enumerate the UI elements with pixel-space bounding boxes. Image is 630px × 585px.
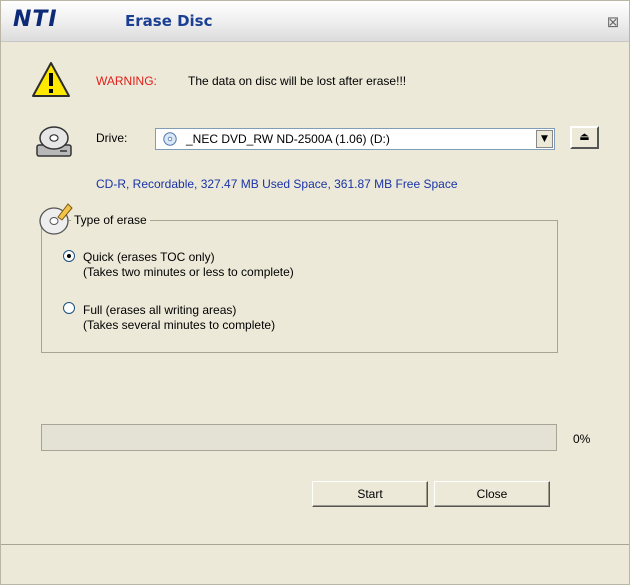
- chevron-down-icon[interactable]: ▼: [536, 130, 553, 148]
- progress-percent: 0%: [573, 432, 591, 446]
- erase-disc-icon: [39, 203, 73, 235]
- drive-select[interactable]: _NEC DVD_RW ND-2500A (1.06) (D:) ▼: [155, 128, 555, 150]
- erase-progress-bar: [41, 424, 557, 451]
- full-erase-desc: (Takes several minutes to complete): [83, 318, 276, 332]
- nti-logo: NTI: [13, 7, 58, 32]
- warning-label: WARNING:: [96, 74, 157, 88]
- close-button[interactable]: Close: [434, 481, 550, 507]
- window-title: Erase Disc: [125, 12, 213, 30]
- quick-erase-desc: (Takes two minutes or less to complete): [83, 265, 294, 279]
- cd-icon: [163, 132, 177, 146]
- start-button[interactable]: Start: [312, 481, 428, 507]
- full-erase-label: Full (erases all writing areas): [83, 303, 237, 317]
- erase-type-group: [41, 220, 558, 353]
- title-bar: NTI Erase Disc ⊠: [1, 1, 629, 42]
- eject-button[interactable]: ⏏: [570, 126, 599, 149]
- erase-type-title: Type of erase: [71, 213, 150, 227]
- disc-info: CD-R, Recordable, 327.47 MB Used Space, …: [96, 177, 458, 191]
- quick-erase-radio[interactable]: [63, 250, 75, 262]
- close-icon[interactable]: ⊠: [605, 14, 621, 30]
- quick-erase-label: Quick (erases TOC only): [83, 250, 215, 264]
- drive-icon: [36, 126, 72, 157]
- warning-icon: [32, 62, 70, 97]
- warning-message: The data on disc will be lost after eras…: [188, 74, 407, 88]
- full-erase-radio[interactable]: [63, 302, 75, 314]
- status-bar: [1, 544, 629, 584]
- drive-label: Drive:: [96, 131, 128, 145]
- erase-disc-window: NTI Erase Disc ⊠ WARNING: The data on di…: [0, 0, 630, 585]
- radio-selected-dot: [67, 254, 71, 258]
- drive-select-value: _NEC DVD_RW ND-2500A (1.06) (D:): [186, 132, 390, 146]
